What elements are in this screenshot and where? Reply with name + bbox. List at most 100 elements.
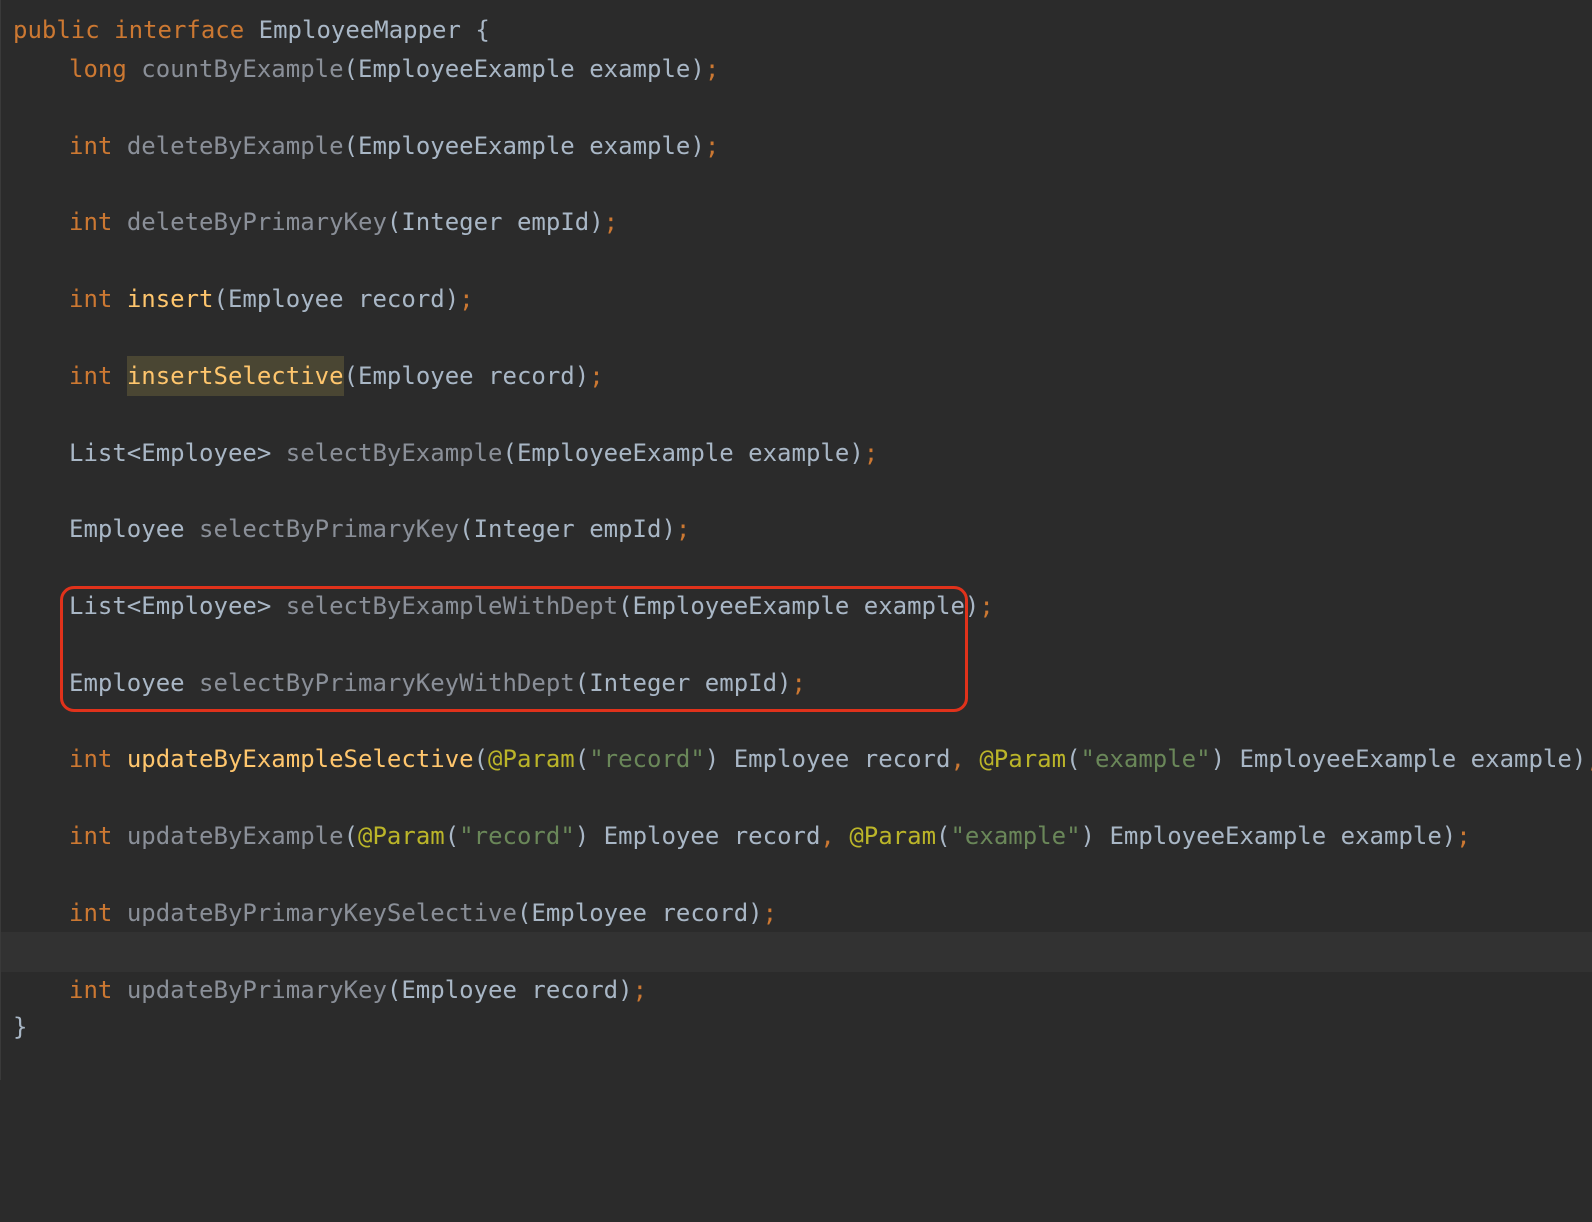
close-paren: ): [444, 285, 460, 313]
method-name[interactable]: selectByExample: [286, 439, 503, 467]
param-type[interactable]: EmployeeExample: [358, 55, 575, 83]
param-type[interactable]: EmployeeExample: [1109, 822, 1326, 850]
semicolon: ;: [459, 285, 474, 313]
param-annotation[interactable]: @Param: [488, 745, 575, 773]
method-line-countByExample[interactable]: long countByExample(EmployeeExample exam…: [1, 30, 1592, 108]
close-paren: ): [690, 132, 705, 160]
annotation-open-paren: (: [444, 822, 460, 850]
close-paren: ): [589, 208, 604, 236]
method-line-updateByExampleSelective[interactable]: int updateByExampleSelective(@Param("rec…: [1, 720, 1592, 798]
param-annotation[interactable]: @Param: [979, 745, 1066, 773]
annotation-string: "example": [950, 822, 1081, 850]
param-type[interactable]: EmployeeExample: [1239, 745, 1456, 773]
open-paren: (: [459, 515, 474, 543]
semicolon: ;: [704, 132, 720, 160]
semicolon: ;: [762, 899, 778, 927]
param-name: record: [488, 362, 575, 390]
method-line-deleteByPrimaryKey[interactable]: int deleteByPrimaryKey(Integer empId);: [1, 183, 1592, 261]
close-paren: ): [690, 55, 705, 83]
return-type: int: [69, 822, 113, 850]
method-name[interactable]: countByExample: [141, 55, 343, 83]
param-name: example: [1340, 822, 1442, 850]
method-line-updateByExample[interactable]: int updateByExample(@Param("record") Emp…: [1, 797, 1592, 875]
annotation-string: "example": [1080, 745, 1211, 773]
return-type[interactable]: List<Employee>: [69, 439, 271, 467]
semicolon: ;: [979, 592, 994, 620]
param-type[interactable]: Employee: [604, 822, 720, 850]
return-type: int: [69, 745, 113, 773]
semicolon: ;: [675, 515, 691, 543]
annotation-close-paren: ): [1210, 745, 1226, 773]
close-paren: ): [1571, 745, 1587, 773]
method-line-deleteByExample[interactable]: int deleteByExample(EmployeeExample exam…: [1, 107, 1592, 185]
annotation-string: "record": [589, 745, 705, 773]
open-paren: (: [502, 439, 517, 467]
close-paren: ): [574, 362, 590, 390]
semicolon: ;: [1456, 822, 1471, 850]
param-type[interactable]: Integer: [474, 515, 575, 543]
return-type: long: [69, 55, 127, 83]
return-type: int: [69, 208, 113, 236]
param-name: record: [661, 899, 749, 927]
close-paren: ): [849, 439, 864, 467]
param-type[interactable]: EmployeeExample: [517, 439, 734, 467]
param-type[interactable]: EmployeeExample: [358, 132, 575, 160]
open-paren: (: [343, 822, 359, 850]
annotation-open-paren: (: [1066, 745, 1081, 773]
param-name: example: [589, 132, 691, 160]
comma: ,: [820, 822, 835, 850]
method-name-highlighted[interactable]: insertSelective: [126, 356, 344, 396]
method-name[interactable]: insert: [127, 285, 214, 313]
param-type[interactable]: Employee: [531, 899, 647, 927]
method-name[interactable]: deleteByPrimaryKey: [127, 208, 387, 236]
return-type: int: [69, 899, 113, 927]
return-type: int: [69, 132, 113, 160]
open-paren: (: [386, 208, 402, 236]
method-name[interactable]: updateByExample: [127, 822, 344, 850]
param-name: example: [748, 439, 850, 467]
method-name[interactable]: selectByPrimaryKey: [199, 515, 459, 543]
open-paren: (: [516, 899, 532, 927]
annotation-close-paren: ): [1080, 822, 1095, 850]
method-line-insert[interactable]: int insert(Employee record);: [1, 260, 1592, 338]
semicolon: ;: [589, 362, 604, 390]
open-paren: (: [213, 285, 228, 313]
method-line-insertSelective[interactable]: int insertSelective(Employee record);: [1, 337, 1592, 415]
code-editor[interactable]: public interface EmployeeMapper { long c…: [0, 0, 1592, 1080]
method-line-selectByExample[interactable]: List<Employee> selectByExample(EmployeeE…: [1, 414, 1592, 492]
comma: ,: [950, 745, 965, 773]
param-name: empId: [589, 515, 662, 543]
open-paren: (: [343, 132, 359, 160]
semicolon: ;: [603, 208, 619, 236]
open-paren: (: [343, 55, 358, 83]
close-paren: ): [661, 515, 676, 543]
semicolon: ;: [704, 55, 720, 83]
param-name: empId: [516, 208, 590, 236]
close-paren: ): [748, 899, 763, 927]
close-paren: ): [1441, 822, 1457, 850]
method-name[interactable]: updateByExampleSelective: [127, 745, 474, 773]
method-line-selectByPrimaryKey[interactable]: Employee selectByPrimaryKey(Integer empI…: [1, 490, 1592, 568]
method-name[interactable]: updateByPrimaryKeySelective: [127, 899, 517, 927]
param-name: example: [589, 55, 691, 83]
param-type[interactable]: Employee: [358, 362, 474, 390]
annotation-close-paren: ): [574, 822, 590, 850]
param-name: record: [358, 285, 445, 313]
closing-brace-line[interactable]: }: [1, 988, 1592, 1066]
open-paren: (: [343, 362, 359, 390]
param-annotation[interactable]: @Param: [358, 822, 445, 850]
return-type[interactable]: Employee: [69, 515, 185, 543]
close-brace: }: [13, 1013, 28, 1041]
method-name[interactable]: deleteByExample: [127, 132, 344, 160]
return-type: int: [69, 285, 113, 313]
param-type[interactable]: Employee: [228, 285, 344, 313]
annotation-string: "record": [459, 822, 575, 850]
semicolon: ;: [1586, 745, 1592, 773]
param-annotation[interactable]: @Param: [849, 822, 936, 850]
param-type[interactable]: Integer: [401, 208, 502, 236]
method-line-updateByPrimaryKeySelective[interactable]: int updateByPrimaryKeySelective(Employee…: [1, 874, 1592, 952]
semicolon: ;: [863, 439, 879, 467]
param-type[interactable]: Employee: [734, 745, 850, 773]
annotation-highlight-box: [60, 586, 968, 712]
annotation-open-paren: (: [936, 822, 951, 850]
